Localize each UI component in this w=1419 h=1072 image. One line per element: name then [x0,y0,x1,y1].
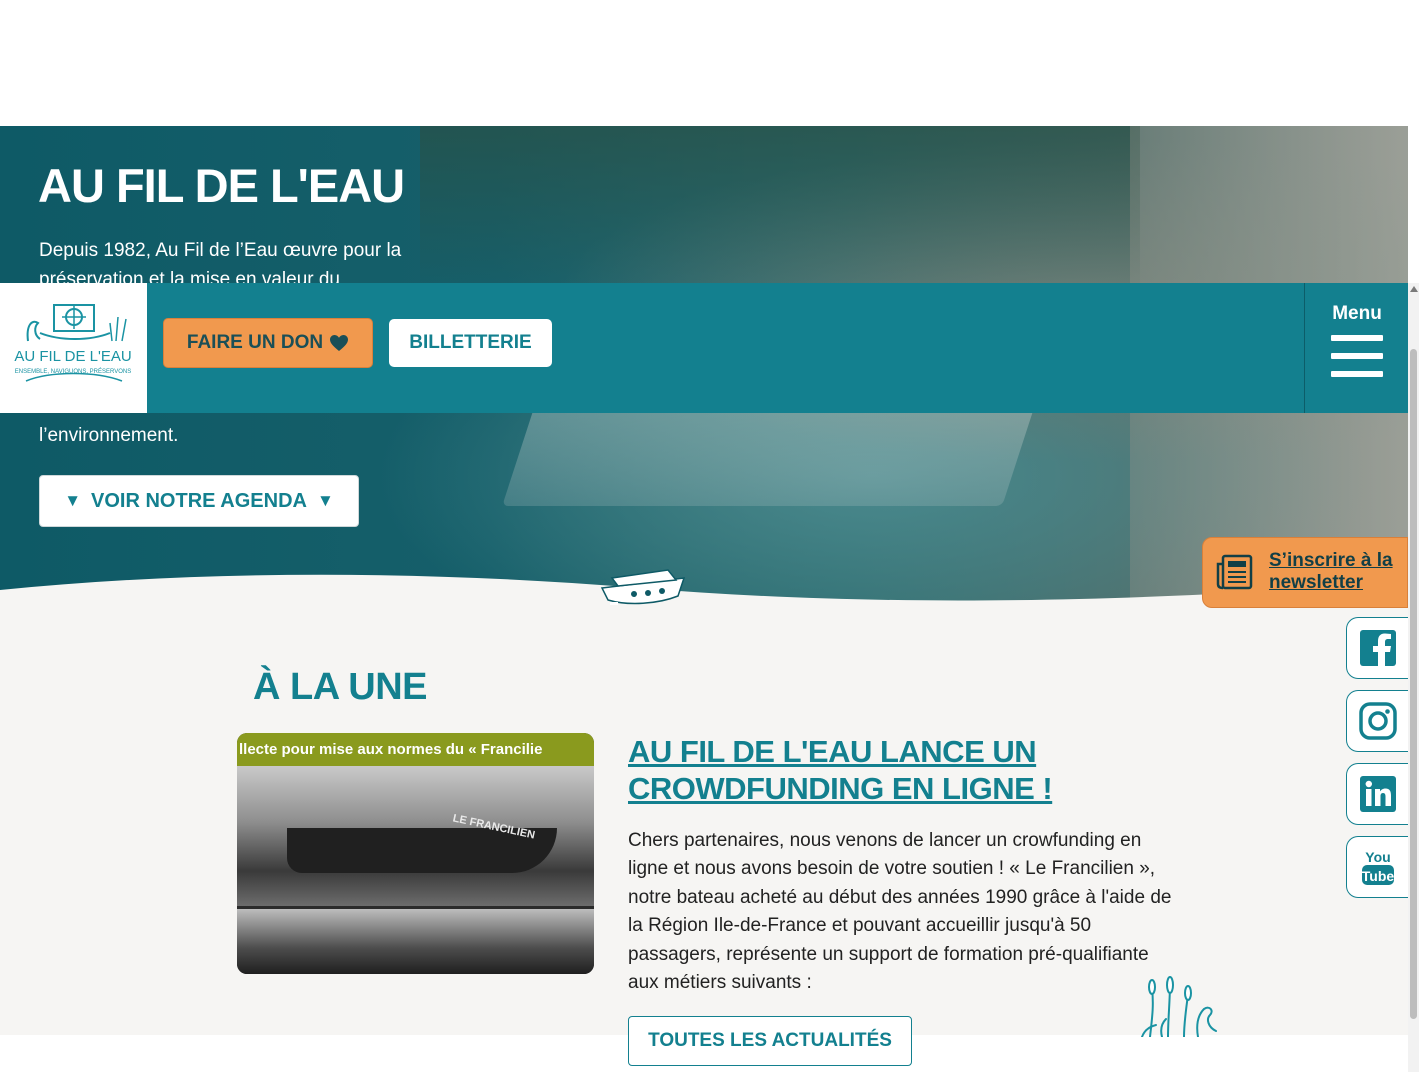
triangle-down-icon: ▼ [64,491,82,510]
agenda-button[interactable]: ▼ VOIR NOTRE AGENDA ▼ [39,475,359,527]
donate-button[interactable]: FAIRE UN DON [163,318,373,368]
scrollbar-thumb[interactable] [1410,349,1417,1019]
youtube-icon: You Tube [1361,849,1394,885]
newspaper-icon [1216,554,1253,590]
linkedin-link[interactable] [1346,763,1408,825]
news-article-body: Chers partenaires, nous venons de lancer… [628,830,1172,994]
reeds-icon [1141,976,1217,1037]
scroll-up-arrow-icon[interactable] [1410,286,1418,292]
all-news-button[interactable]: TOUTES LES ACTUALITÉS [628,1016,912,1066]
main-navigation: AU FIL DE L'EAU ENSEMBLE, NAVIGUONS, PRÉ… [0,283,1408,413]
linkedin-icon [1359,776,1396,812]
svg-text:You: You [1365,849,1390,865]
page-scrollbar[interactable] [1408,283,1419,1072]
youtube-link[interactable]: You Tube [1346,836,1408,898]
instagram-icon [1358,702,1397,740]
section-title: À LA UNE [253,666,428,708]
tickets-button[interactable]: BILLETTERIE [389,319,552,367]
agenda-button-label: VOIR NOTRE AGENDA [91,489,307,512]
instagram-link[interactable] [1346,690,1408,752]
hero-title: AU FIL DE L'EAU [38,159,405,212]
site-logo[interactable]: AU FIL DE L'EAU ENSEMBLE, NAVIGUONS, PRÉ… [0,283,147,413]
logo-icon: AU FIL DE L'EAU ENSEMBLE, NAVIGUONS, PRÉ… [14,304,132,382]
donate-button-label: FAIRE UN DON [186,332,324,353]
triangle-down-icon: ▼ [316,491,334,510]
menu-label: Menu [1332,303,1382,324]
news-image[interactable]: llecte pour mise aux normes du « Francil… [237,733,594,974]
heart-icon [330,335,349,351]
news-image-banner: llecte pour mise aux normes du « Francil… [237,733,594,766]
svg-text:Tube: Tube [1361,868,1394,884]
facebook-link[interactable] [1346,617,1408,679]
newsletter-label: S’inscrire à la newsletter [1269,550,1393,593]
menu-button[interactable]: Menu [1304,283,1409,413]
facebook-icon [1359,630,1396,666]
hero-background-trees [420,126,1140,296]
hero-description-end: l’environnement. [39,425,179,446]
newsletter-signup[interactable]: S’inscrire à la newsletter [1202,537,1408,608]
news-image-photo-bottom [237,909,594,974]
news-article-title[interactable]: AU FIL DE L'EAU LANCE UN CROWDFUNDING EN… [628,733,1188,807]
svg-text:AU FIL DE L'EAU: AU FIL DE L'EAU [14,348,131,365]
